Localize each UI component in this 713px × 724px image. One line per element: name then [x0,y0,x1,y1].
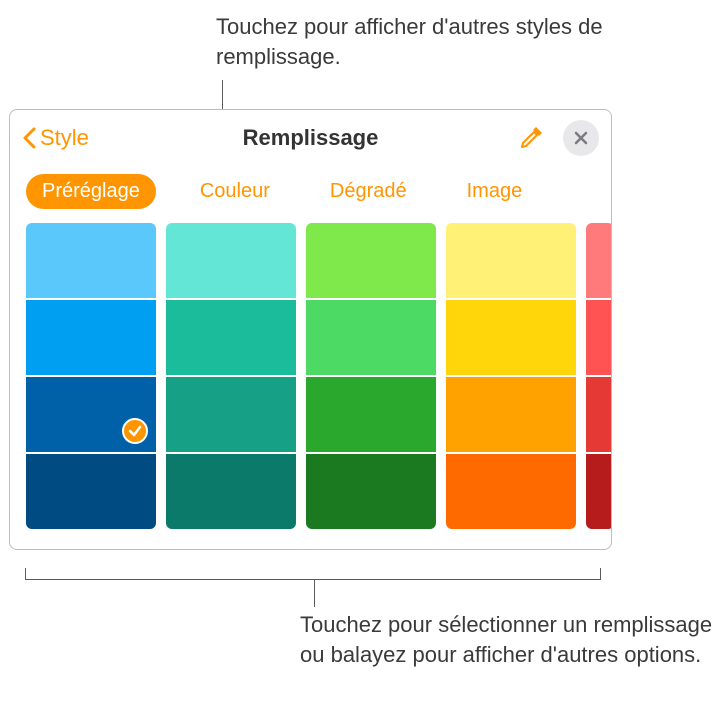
color-swatch[interactable] [586,454,611,529]
tab-preset[interactable]: Préréglage [26,174,156,209]
close-button[interactable] [563,120,599,156]
callout-bottom-text: Touchez pour sélectionner un remplissage… [300,610,713,669]
eyedropper-icon[interactable] [517,124,545,152]
panel-header: Style Remplissage [10,110,611,166]
tab-gradient[interactable]: Dégradé [314,174,423,209]
fill-style-tabs: Préréglage Couleur Dégradé Image [10,166,611,223]
swatch-column [26,223,156,529]
color-swatch[interactable] [446,300,576,375]
color-swatch[interactable] [446,377,576,452]
color-swatch[interactable] [586,223,611,298]
color-swatch[interactable] [26,223,156,298]
color-swatch[interactable] [306,223,436,298]
checkmark-icon [122,418,148,444]
swatch-column [586,223,611,529]
swatch-scroll-area[interactable] [10,223,611,549]
color-swatch[interactable] [166,377,296,452]
color-swatch[interactable] [586,300,611,375]
color-swatch[interactable] [306,300,436,375]
tab-color[interactable]: Couleur [184,174,286,209]
back-label: Style [40,125,89,151]
color-swatch[interactable] [166,223,296,298]
color-swatch[interactable] [306,454,436,529]
chevron-left-icon [22,127,36,149]
swatch-column [306,223,436,529]
color-swatch[interactable] [26,300,156,375]
color-swatch[interactable] [166,300,296,375]
color-swatch[interactable] [166,454,296,529]
panel-title: Remplissage [243,125,379,151]
swatch-column [166,223,296,529]
color-swatch[interactable] [446,454,576,529]
header-tools [517,120,599,156]
color-swatch[interactable] [306,377,436,452]
tab-image[interactable]: Image [451,174,539,209]
color-swatch[interactable] [446,223,576,298]
color-swatch[interactable] [26,454,156,529]
fill-panel: Style Remplissage Préréglage Couleur Dég… [9,109,612,550]
swatch-column [446,223,576,529]
back-button[interactable]: Style [22,125,89,151]
callout-top-leader [222,80,223,110]
color-swatch[interactable] [26,377,156,452]
close-icon [573,130,589,146]
callout-top-text: Touchez pour afficher d'autres styles de… [216,12,713,71]
callout-bottom-bracket [25,568,601,580]
color-swatch[interactable] [586,377,611,452]
